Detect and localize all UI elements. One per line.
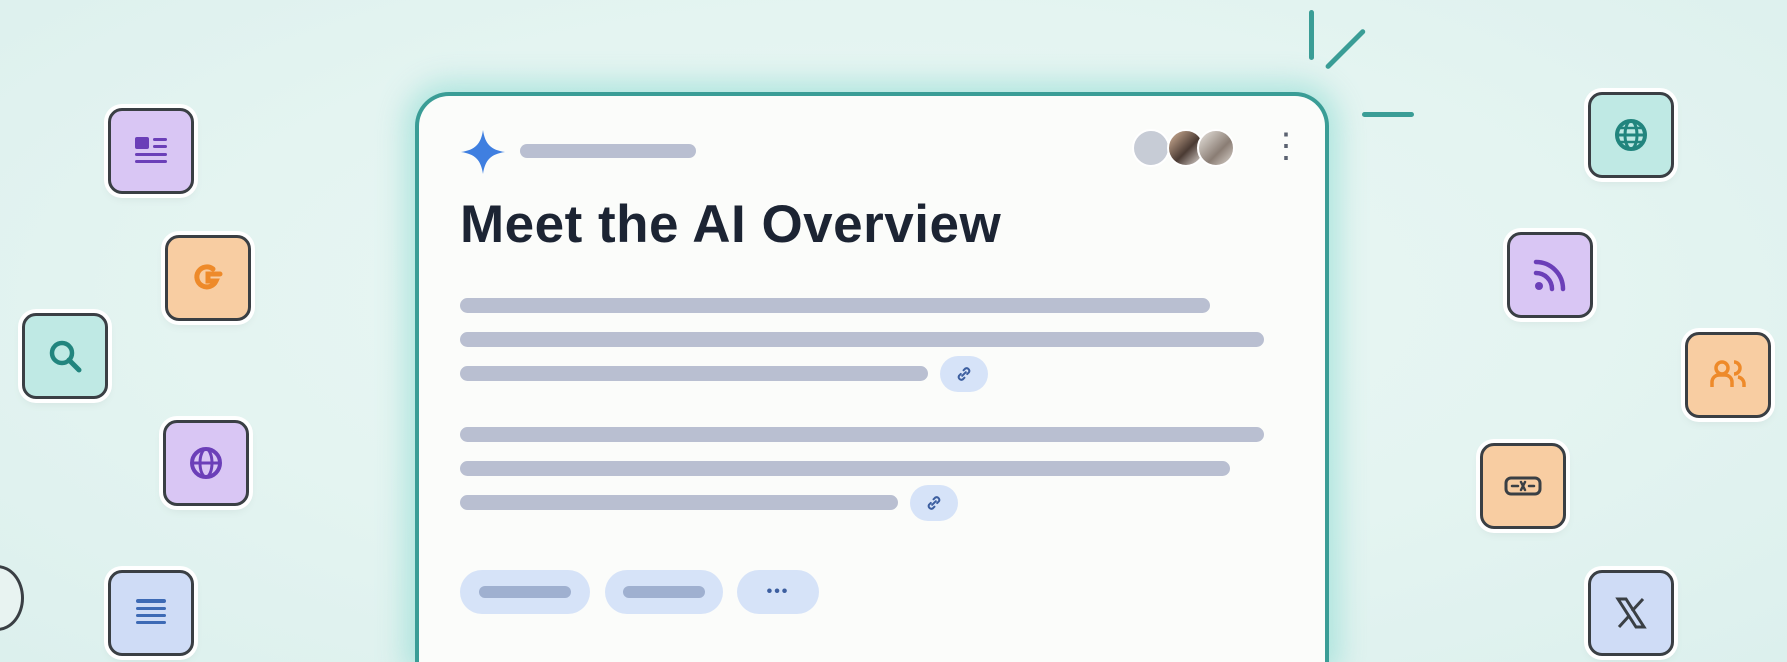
text-placeholder-line: [460, 495, 898, 510]
link-icon: [957, 367, 971, 381]
google-icon[interactable]: [165, 235, 251, 321]
x-icon[interactable]: [1588, 570, 1674, 656]
ai-overview-card: ⋮ Meet the AI Overview •••: [415, 92, 1329, 662]
document-icon[interactable]: [108, 570, 194, 656]
text-placeholder-line: [460, 366, 928, 381]
rss-icon[interactable]: [1507, 232, 1593, 318]
highlight-ray: [1324, 28, 1367, 70]
avatar[interactable]: [1197, 129, 1235, 167]
highlight-ray: [1309, 10, 1314, 60]
text-placeholder-line: [460, 332, 1264, 347]
more-dots-icon: •••: [766, 583, 790, 600]
source-link-chip[interactable]: [940, 356, 988, 392]
more-chip[interactable]: •••: [737, 570, 819, 614]
highlight-ray: [1362, 112, 1414, 117]
more-options-icon[interactable]: ⋮: [1269, 124, 1303, 168]
text-placeholder-line: [460, 461, 1230, 476]
sparkle-icon: [461, 130, 505, 174]
source-link-chip[interactable]: [910, 485, 958, 521]
link-icon: [927, 496, 941, 510]
page-title: Meet the AI Overview: [460, 195, 1002, 254]
news-icon[interactable]: [108, 108, 194, 194]
search-icon[interactable]: [22, 313, 108, 399]
text-placeholder-line: [460, 427, 1264, 442]
partial-circle-icon: [0, 565, 24, 631]
suggestion-chip[interactable]: [605, 570, 723, 614]
avatar[interactable]: [1132, 129, 1170, 167]
globe-icon[interactable]: [163, 420, 249, 506]
web-icon[interactable]: [1588, 92, 1674, 178]
badge-icon[interactable]: [1480, 443, 1566, 529]
text-placeholder-line: [460, 298, 1210, 313]
suggestion-chip[interactable]: [460, 570, 590, 614]
people-icon[interactable]: [1685, 332, 1771, 418]
header-placeholder: [520, 144, 696, 158]
